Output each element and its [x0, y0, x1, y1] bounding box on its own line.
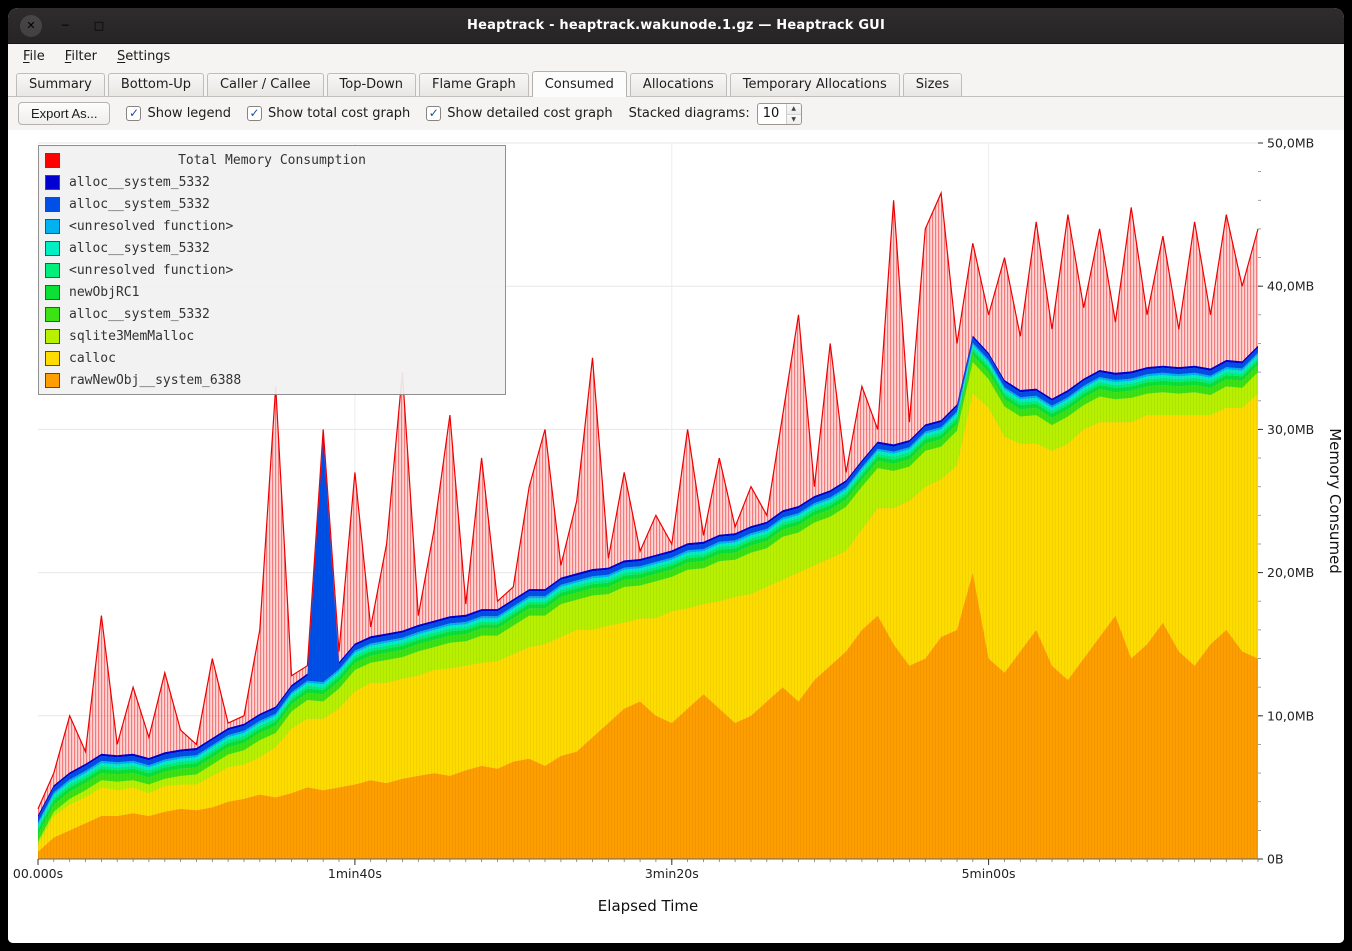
- spinbox-arrows: ▲ ▼: [786, 104, 801, 124]
- stacked-diagrams-control: Stacked diagrams: 10 ▲ ▼: [629, 103, 802, 125]
- tab-allocations[interactable]: Allocations: [630, 73, 727, 96]
- spin-down-arrow[interactable]: ▼: [787, 115, 801, 125]
- legend-item-label: calloc: [69, 351, 116, 366]
- legend-item-label: alloc__system_5332: [69, 307, 210, 322]
- tab-consumed[interactable]: Consumed: [532, 71, 627, 97]
- checkmark-icon: ✓: [426, 106, 441, 121]
- checkmark-icon: ✓: [126, 106, 141, 121]
- legend-swatch: [45, 351, 60, 366]
- legend-swatch: [45, 285, 60, 300]
- legend-swatch: [45, 329, 60, 344]
- tab-top-down[interactable]: Top-Down: [327, 73, 416, 96]
- y-tick-label: 40,0MB: [1267, 279, 1314, 294]
- legend-item-label: <unresolved function>: [69, 263, 233, 278]
- checkbox-group: ✓ Show legend ✓ Show total cost graph ✓ Show …: [126, 106, 612, 121]
- show-legend-checkbox[interactable]: ✓ Show legend: [126, 106, 231, 121]
- spinbox-value[interactable]: 10: [758, 104, 786, 124]
- menu-file[interactable]: File: [14, 47, 54, 66]
- tab-caller-callee[interactable]: Caller / Callee: [207, 73, 324, 96]
- tabbar: SummaryBottom-UpCaller / CalleeTop-DownF…: [8, 68, 1344, 97]
- y-tick-label: 50,0MB: [1267, 136, 1314, 151]
- y-axis-label: Memory Consumed: [1326, 428, 1344, 574]
- legend-item-label: alloc__system_5332: [69, 175, 210, 190]
- window-title: Heaptrack - heaptrack.wakunode.1.gz — He…: [8, 18, 1344, 33]
- y-tick-label: 30,0MB: [1267, 422, 1314, 437]
- stacked-diagrams-label: Stacked diagrams:: [629, 106, 750, 121]
- legend-item-label: newObjRC1: [69, 285, 139, 300]
- legend-title-row: Total Memory Consumption: [39, 149, 505, 171]
- legend-item: alloc__system_5332: [39, 303, 505, 325]
- checkbox-label: Show legend: [147, 106, 231, 121]
- legend-item-label: sqlite3MemMalloc: [69, 329, 194, 344]
- y-tick-label: 20,0MB: [1267, 565, 1314, 580]
- minimize-button[interactable]: ─: [54, 15, 76, 37]
- legend-item-label: <unresolved function>: [69, 219, 233, 234]
- x-tick-label: 3min20s: [645, 866, 699, 881]
- x-axis-label: Elapsed Time: [598, 897, 698, 915]
- legend-item: calloc: [39, 347, 505, 369]
- legend-swatch: [45, 263, 60, 278]
- x-tick-label: 00.000s: [13, 866, 63, 881]
- legend-swatch: [45, 373, 60, 388]
- legend-item: alloc__system_5332: [39, 237, 505, 259]
- consumed-chart-widget: 00.000s 1min40s 3min20s 5min00s 0B 10,0MB 20,0…: [8, 130, 1344, 943]
- x-tick-label: 1min40s: [328, 866, 382, 881]
- y-tick-label: 10,0MB: [1267, 708, 1314, 723]
- legend-swatch: [45, 241, 60, 256]
- legend: Total Memory Consumption alloc__system_53…: [38, 145, 506, 395]
- heaptrack-window: ✕ ─ □ Heaptrack - heaptrack.wakunode.1.gz …: [8, 8, 1344, 943]
- spin-up-arrow[interactable]: ▲: [787, 104, 801, 115]
- show-total-cost-graph-checkbox[interactable]: ✓ Show total cost graph: [247, 106, 410, 121]
- legend-item: rawNewObj__system_6388: [39, 369, 505, 391]
- tab-sizes[interactable]: Sizes: [903, 73, 962, 96]
- checkmark-icon: ✓: [247, 106, 262, 121]
- legend-title: Total Memory Consumption: [39, 153, 505, 168]
- legend-item: newObjRC1: [39, 281, 505, 303]
- stacked-diagrams-spinbox[interactable]: 10 ▲ ▼: [757, 103, 802, 125]
- legend-item: alloc__system_5332: [39, 171, 505, 193]
- legend-item-label: alloc__system_5332: [69, 241, 210, 256]
- titlebar: ✕ ─ □ Heaptrack - heaptrack.wakunode.1.gz …: [8, 8, 1344, 44]
- menubar: FileFilterSettings: [8, 44, 1344, 68]
- legend-swatch: [45, 307, 60, 322]
- legend-swatch: [45, 219, 60, 234]
- checkbox-label: Show detailed cost graph: [447, 106, 612, 121]
- toolbar: Export As... ✓ Show legend ✓ Show total cos…: [8, 97, 1344, 130]
- tab-flame-graph[interactable]: Flame Graph: [419, 73, 529, 96]
- checkbox-label: Show total cost graph: [268, 106, 410, 121]
- legend-swatch: [45, 175, 60, 190]
- export-as-button[interactable]: Export As...: [18, 102, 110, 125]
- x-tick-label: 5min00s: [962, 866, 1016, 881]
- legend-item-label: alloc__system_5332: [69, 197, 210, 212]
- legend-swatch: [45, 197, 60, 212]
- window-controls: ✕ ─ □: [8, 15, 110, 37]
- legend-item: alloc__system_5332: [39, 193, 505, 215]
- tab-bottom-up[interactable]: Bottom-Up: [108, 73, 204, 96]
- y-tick-label: 0B: [1267, 852, 1284, 867]
- menu-filter[interactable]: Filter: [56, 47, 106, 66]
- tab-summary[interactable]: Summary: [16, 73, 105, 96]
- menu-settings[interactable]: Settings: [108, 47, 179, 66]
- close-button[interactable]: ✕: [20, 15, 42, 37]
- maximize-button[interactable]: □: [88, 15, 110, 37]
- legend-item: <unresolved function>: [39, 259, 505, 281]
- legend-item-label: rawNewObj__system_6388: [69, 373, 241, 388]
- show-detailed-cost-graph-checkbox[interactable]: ✓ Show detailed cost graph: [426, 106, 612, 121]
- tab-temporary-allocations[interactable]: Temporary Allocations: [730, 73, 900, 96]
- legend-item: <unresolved function>: [39, 215, 505, 237]
- legend-item: sqlite3MemMalloc: [39, 325, 505, 347]
